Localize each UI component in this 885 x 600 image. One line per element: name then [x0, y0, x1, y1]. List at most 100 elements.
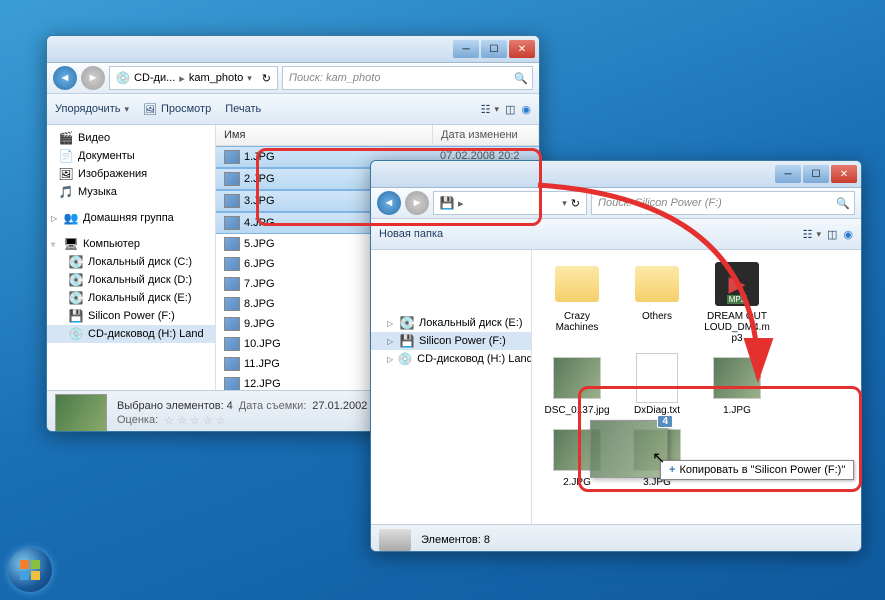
tooltip-text: Копировать в "Silicon Power (F:)": [679, 464, 845, 476]
preview-button[interactable]: 🖼 Просмотр: [143, 103, 211, 116]
minimize-button[interactable]: ─: [453, 40, 479, 58]
search-input[interactable]: Поиск: Silicon Power (F:) 🔍: [591, 191, 855, 215]
tree-library-item[interactable]: 📄Документы: [47, 147, 215, 165]
tree-drive-item[interactable]: ▷💿CD-дисковод (H:) Land: [371, 350, 531, 368]
tree-drive-item[interactable]: 💾Silicon Power (F:): [47, 307, 215, 325]
search-icon: 🔍: [836, 197, 850, 210]
tree-library-item[interactable]: 🎵Музыка: [47, 183, 215, 201]
tree-label: Локальный диск (D:): [88, 274, 192, 286]
view-menu[interactable]: ☷ ▾: [481, 103, 499, 116]
file-item[interactable]: ▶MP3DREAM OUT LOUD_DM4.mp3: [702, 260, 772, 344]
tree-drive-item[interactable]: 💽Локальный диск (C:): [47, 253, 215, 271]
new-folder-button[interactable]: Новая папка: [379, 228, 443, 240]
tree-drive-item[interactable]: ▷💾Silicon Power (F:): [371, 332, 531, 350]
drag-count-badge: 4: [657, 415, 673, 428]
chevron-right-icon[interactable]: ▸: [179, 72, 185, 85]
tree-drive-item[interactable]: 💿CD-дисковод (H:) Land: [47, 325, 215, 343]
rating-label: Оценка:: [117, 414, 158, 427]
tree-drive-item[interactable]: ▷💽Локальный диск (E:): [371, 314, 531, 332]
folder-icon: [635, 266, 679, 302]
nav-tree[interactable]: 🎬Видео📄Документы 🖼 Изображения 🎵Музыка ▷👥Дом…: [47, 125, 216, 390]
print-button[interactable]: Печать: [225, 103, 261, 115]
start-button[interactable]: [8, 548, 52, 592]
file-label: Crazy Machines: [542, 311, 612, 333]
file-item[interactable]: Others: [622, 260, 692, 344]
drive-icon: 💿: [69, 327, 83, 341]
nav-tree[interactable]: ▷💽Локальный диск (E:)▷💾Silicon Power (F:…: [371, 250, 532, 524]
file-name: 9.JPG: [244, 318, 275, 330]
tree-label: Изображения: [78, 168, 147, 180]
crumb-dropdown[interactable]: ▾: [247, 73, 252, 84]
organize-menu[interactable]: Упорядочить ▾: [55, 103, 129, 115]
drive-icon: 💽: [69, 291, 83, 305]
help-button[interactable]: ◉: [843, 228, 853, 241]
refresh-icon[interactable]: ↻: [262, 72, 271, 85]
file-item[interactable]: DxDiag.txt: [622, 354, 692, 416]
drive-icon: [379, 529, 411, 551]
drive-icon: 💽: [69, 273, 83, 287]
breadcrumb[interactable]: 💾 ▸ ▾ ↻: [433, 191, 587, 215]
search-input[interactable]: Поиск: kam_photo 🔍: [282, 66, 533, 90]
preview-pane-toggle[interactable]: ◫: [827, 228, 837, 241]
forward-button[interactable]: ►: [405, 191, 429, 215]
tree-library-item[interactable]: 🎬Видео: [47, 129, 215, 147]
maximize-button[interactable]: ☐: [803, 165, 829, 183]
file-label: Others: [642, 311, 672, 322]
back-button[interactable]: ◄: [53, 66, 77, 90]
help-button[interactable]: ◉: [521, 103, 531, 116]
breadcrumb[interactable]: 💿 CD-ди... ▸ kam_photo ▾ ↻: [109, 66, 278, 90]
lib-icon: 🖼: [59, 167, 73, 181]
tree-drive-item[interactable]: 💽 Локальный диск (D:): [47, 271, 215, 289]
close-button[interactable]: ✕: [831, 165, 857, 183]
list-header[interactable]: Имя Дата изменени: [216, 125, 539, 146]
preview-pane-toggle[interactable]: ◫: [505, 103, 515, 116]
file-name: 12.JPG: [244, 378, 281, 390]
drag-tooltip: + Копировать в "Silicon Power (F:)": [660, 460, 854, 480]
drive-icon: 💾: [400, 334, 414, 348]
chevron-right-icon[interactable]: ▸: [458, 197, 464, 210]
crumb-part[interactable]: kam_photo: [189, 72, 243, 84]
drive-icon: 💾: [69, 309, 83, 323]
view-menu[interactable]: ☷ ▾: [803, 228, 821, 241]
titlebar[interactable]: ─ ☐ ✕: [47, 36, 539, 63]
drag-preview: 4: [590, 420, 668, 478]
tree-label: Документы: [78, 150, 135, 162]
back-button[interactable]: ◄: [377, 191, 401, 215]
crumb-dropdown[interactable]: ▾: [562, 198, 567, 209]
image-file-icon: [224, 357, 240, 371]
minimize-button[interactable]: ─: [775, 165, 801, 183]
titlebar[interactable]: ─ ☐ ✕: [371, 161, 861, 188]
maximize-button[interactable]: ☐: [481, 40, 507, 58]
file-label: 1.JPG: [723, 405, 751, 416]
col-name[interactable]: Имя: [216, 125, 433, 145]
lib-icon: 🎬: [59, 131, 73, 145]
image-file-icon: [224, 257, 240, 271]
tree-label: Компьютер: [83, 238, 140, 250]
tree-label: CD-дисковод (H:) Land: [417, 353, 532, 365]
tree-library-item[interactable]: 🖼 Изображения: [47, 165, 215, 183]
rating-stars[interactable]: ☆ ☆ ☆ ☆ ☆: [164, 414, 226, 427]
file-item[interactable]: DSC_0137.jpg: [542, 354, 612, 416]
icon-view[interactable]: Crazy Machines Others ▶MP3DREAM OUT LOUD_D…: [532, 250, 861, 524]
file-item[interactable]: 1.JPG: [702, 354, 772, 416]
file-item[interactable]: Crazy Machines: [542, 260, 612, 344]
file-label: DSC_0137.jpg: [544, 405, 609, 416]
search-placeholder: Поиск: Silicon Power (F:): [598, 197, 722, 209]
search-placeholder: Поиск: kam_photo: [289, 72, 380, 84]
file-name: 4.JPG: [244, 217, 275, 229]
tree-homegroup[interactable]: ▷👥Домашняя группа: [47, 209, 215, 227]
file-label: 2.JPG: [563, 477, 591, 488]
refresh-icon[interactable]: ↻: [571, 197, 580, 210]
tree-drive-item[interactable]: 💽Локальный диск (E:): [47, 289, 215, 307]
crumb-part[interactable]: CD-ди...: [134, 72, 175, 84]
folder-icon: [555, 266, 599, 302]
col-date[interactable]: Дата изменени: [433, 125, 539, 145]
tree-label: Локальный диск (C:): [88, 256, 192, 268]
close-button[interactable]: ✕: [509, 40, 535, 58]
forward-button[interactable]: ►: [81, 66, 105, 90]
toolbar: Упорядочить ▾ 🖼 Просмотр Печать ☷ ▾ ◫ ◉: [47, 94, 539, 125]
tree-computer[interactable]: ▿🖥Компьютер: [47, 235, 215, 253]
file-name: 10.JPG: [244, 338, 281, 350]
file-label: DREAM OUT LOUD_DM4.mp3: [702, 311, 772, 344]
image-file-icon: [224, 237, 240, 251]
